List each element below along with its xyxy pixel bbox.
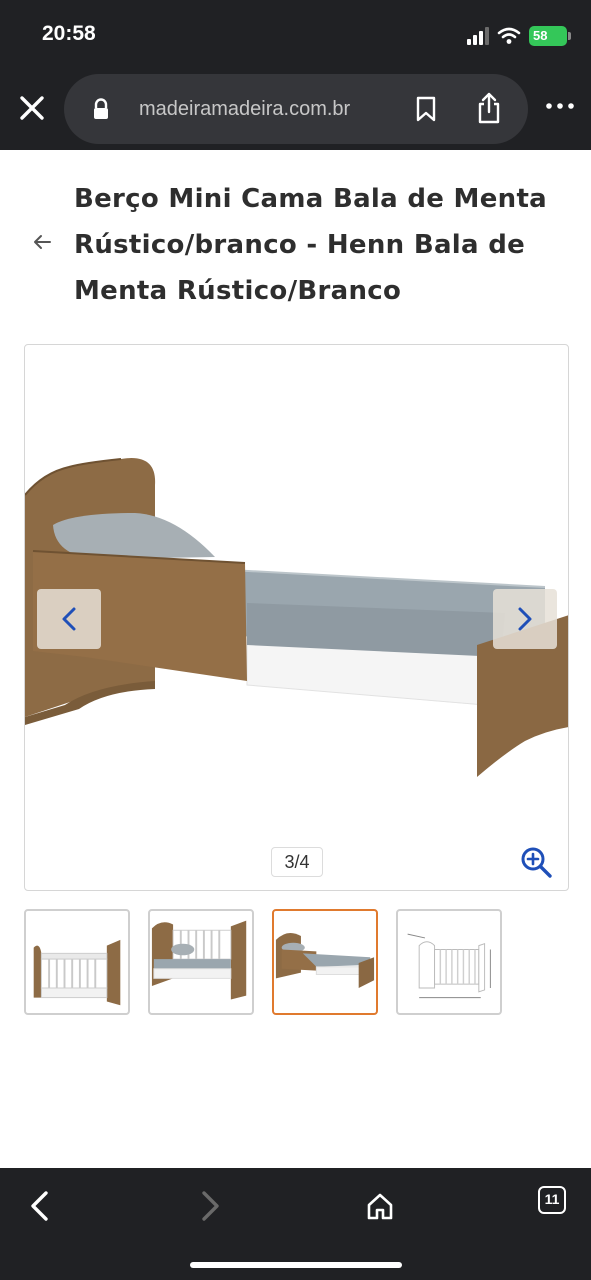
thumbnail-crib-image — [151, 920, 247, 1000]
thumbnail-dimensions-image — [407, 933, 491, 999]
chevron-right-icon — [518, 607, 532, 631]
home-icon — [367, 1193, 393, 1220]
thumbnail-2[interactable] — [148, 909, 254, 1015]
more-icon[interactable] — [544, 98, 576, 114]
tab-switcher-button[interactable]: 11 — [538, 1186, 566, 1214]
bookmark-icon[interactable] — [414, 96, 438, 122]
chevron-left-icon — [62, 607, 76, 631]
back-arrow-icon[interactable] — [30, 230, 54, 254]
thumbnail-minibed-image — [275, 932, 375, 988]
wifi-icon — [497, 27, 521, 44]
home-indicator — [190, 1262, 402, 1268]
address-bar[interactable]: madeiramadeira.com.br — [64, 74, 528, 144]
thumbnail-3[interactable] — [272, 909, 378, 1015]
browser-forward-button[interactable] — [188, 1184, 232, 1228]
chevron-left-icon — [31, 1191, 48, 1221]
image-counter: 3/4 — [271, 847, 323, 877]
close-icon[interactable] — [14, 90, 50, 126]
lock-icon — [94, 98, 108, 119]
url-text[interactable]: madeiramadeira.com.br — [139, 98, 350, 121]
battery-level: 58 — [533, 28, 548, 43]
battery-indicator: 58 — [529, 26, 571, 46]
status-icons: 58 — [467, 24, 571, 48]
product-title: Berço Mini Cama Bala de Menta Rústico/br… — [74, 184, 548, 306]
share-icon[interactable] — [476, 92, 502, 124]
browser-home-button[interactable] — [358, 1184, 402, 1228]
previous-image-button[interactable] — [37, 589, 101, 649]
product-image[interactable] — [25, 345, 569, 891]
thumbnail-4[interactable] — [396, 909, 502, 1015]
chevron-right-icon — [202, 1191, 219, 1221]
status-time: 20:58 — [42, 22, 96, 45]
product-gallery: 3/4 — [24, 344, 569, 891]
browser-back-button[interactable] — [18, 1184, 62, 1228]
thumbnail-1[interactable] — [24, 909, 130, 1015]
thumbnail-crib-image — [33, 939, 121, 1006]
thumbnail-strip — [24, 909, 502, 1015]
next-image-button[interactable] — [493, 589, 557, 649]
cellular-signal-icon — [467, 27, 489, 45]
zoom-in-icon[interactable] — [519, 845, 553, 879]
browser-top-bar: 20:58 58 madeiramadeira.com.br — [0, 0, 591, 150]
